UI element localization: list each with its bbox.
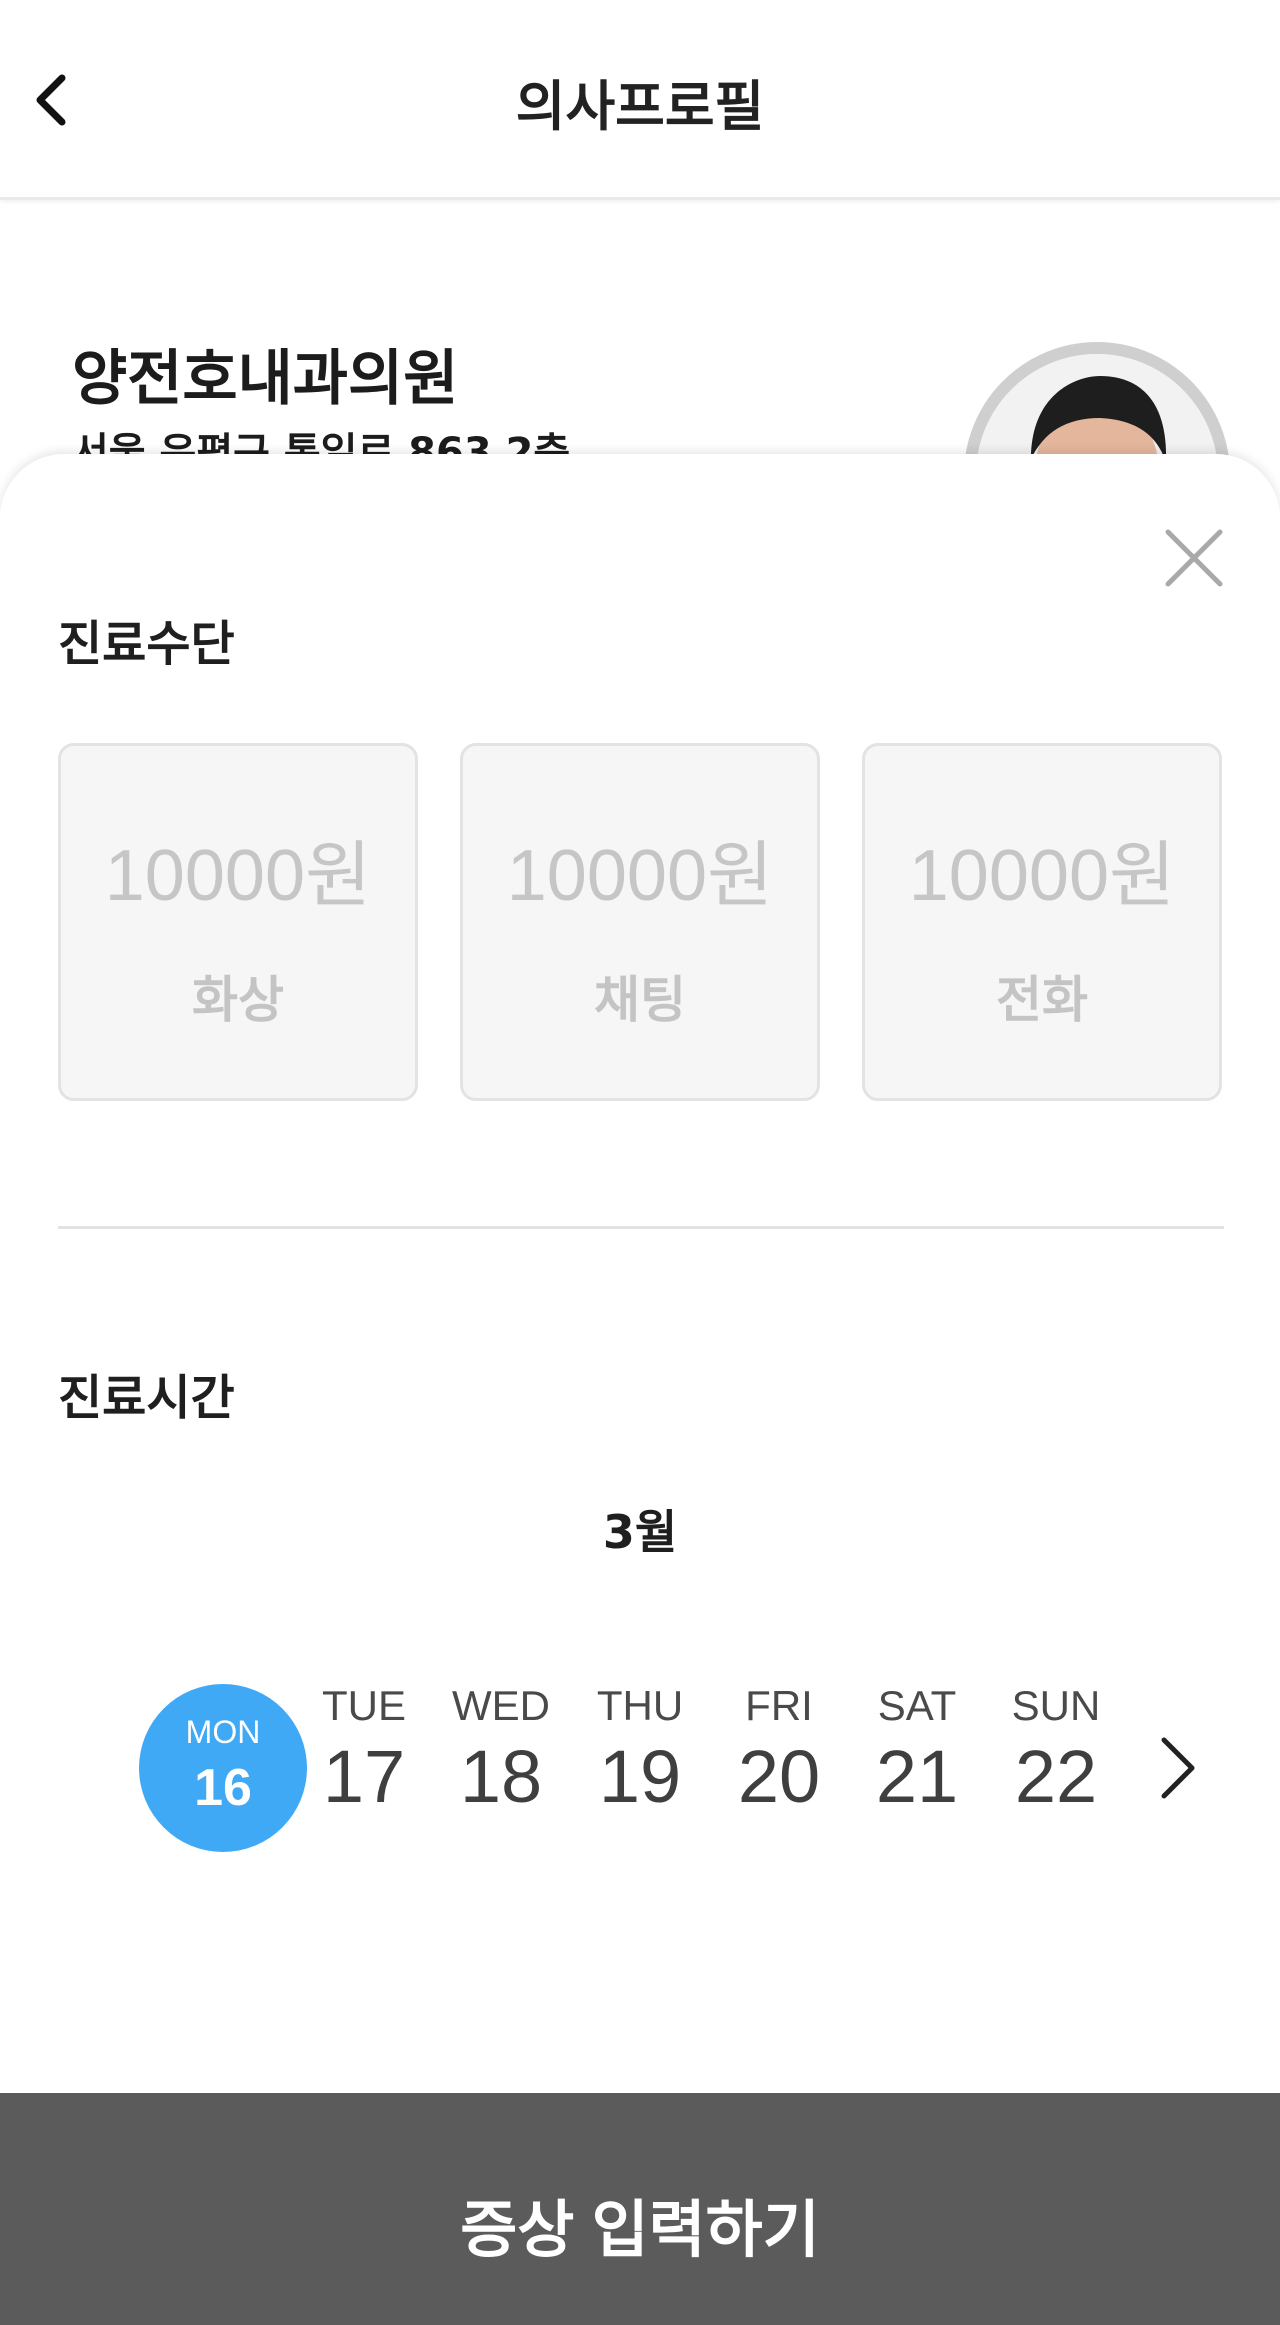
- day-name: SUN: [1011, 1682, 1101, 1729]
- section-divider: [58, 1226, 1224, 1229]
- option-price: 10000원: [506, 836, 774, 916]
- date-item-thu[interactable]: THU 19: [570, 1682, 710, 1852]
- day-number: 22: [1014, 1735, 1098, 1818]
- option-label: 화상: [192, 971, 284, 1029]
- date-item-sat[interactable]: SAT 21: [847, 1682, 987, 1852]
- day-name: SAT: [877, 1682, 957, 1729]
- option-video[interactable]: 10000원 화상: [58, 743, 418, 1101]
- cta-label: 증상 입력하기: [460, 2196, 820, 2265]
- option-price: 10000원: [104, 836, 372, 916]
- day-name: TUE: [322, 1682, 406, 1729]
- date-item-sun[interactable]: SUN 22: [986, 1682, 1126, 1852]
- date-item-mon[interactable]: MON 16: [139, 1684, 307, 1852]
- option-phone[interactable]: 10000원 전화: [862, 743, 1222, 1101]
- option-label: 전화: [996, 971, 1088, 1029]
- date-item-fri[interactable]: FRI 20: [709, 1682, 849, 1852]
- next-week-button[interactable]: [1152, 1726, 1202, 1810]
- day-number: 20: [737, 1735, 821, 1818]
- day-number: 19: [598, 1735, 682, 1818]
- day-name: WED: [452, 1682, 550, 1729]
- day-number: 17: [322, 1735, 406, 1818]
- page-title: 의사프로필: [515, 75, 765, 138]
- app-header: 의사프로필: [0, 0, 1280, 200]
- option-price: 10000원: [908, 836, 1176, 916]
- option-label: 채팅: [594, 971, 686, 1029]
- date-item-tue[interactable]: TUE 17: [294, 1682, 434, 1852]
- treatment-time-title: 진료시간: [58, 1370, 235, 1426]
- day-number: 21: [875, 1735, 959, 1818]
- date-item-wed[interactable]: WED 18: [431, 1682, 571, 1852]
- day-name: FRI: [745, 1682, 813, 1729]
- month-label: 3월: [602, 1505, 678, 1559]
- close-icon: [1165, 529, 1223, 587]
- treatment-method-title: 진료수단: [58, 616, 235, 672]
- day-number: 18: [459, 1735, 543, 1818]
- treatment-options: 10000원 화상 10000원 채팅 10000원 전화: [58, 743, 1224, 1101]
- day-name: THU: [596, 1682, 684, 1729]
- close-button[interactable]: [1160, 524, 1228, 592]
- option-chat[interactable]: 10000원 채팅: [460, 743, 820, 1101]
- day-name: MON: [185, 1714, 261, 1750]
- day-number: 16: [194, 1759, 252, 1817]
- chevron-right-icon: [1161, 1737, 1195, 1799]
- clinic-name: 양전호내과의원: [72, 344, 459, 414]
- date-picker: MON 16 TUE 17 WED 18 THU 19 FRI 20 SAT 2…: [0, 1682, 1280, 1862]
- enter-symptoms-button[interactable]: 증상 입력하기: [0, 2093, 1280, 2325]
